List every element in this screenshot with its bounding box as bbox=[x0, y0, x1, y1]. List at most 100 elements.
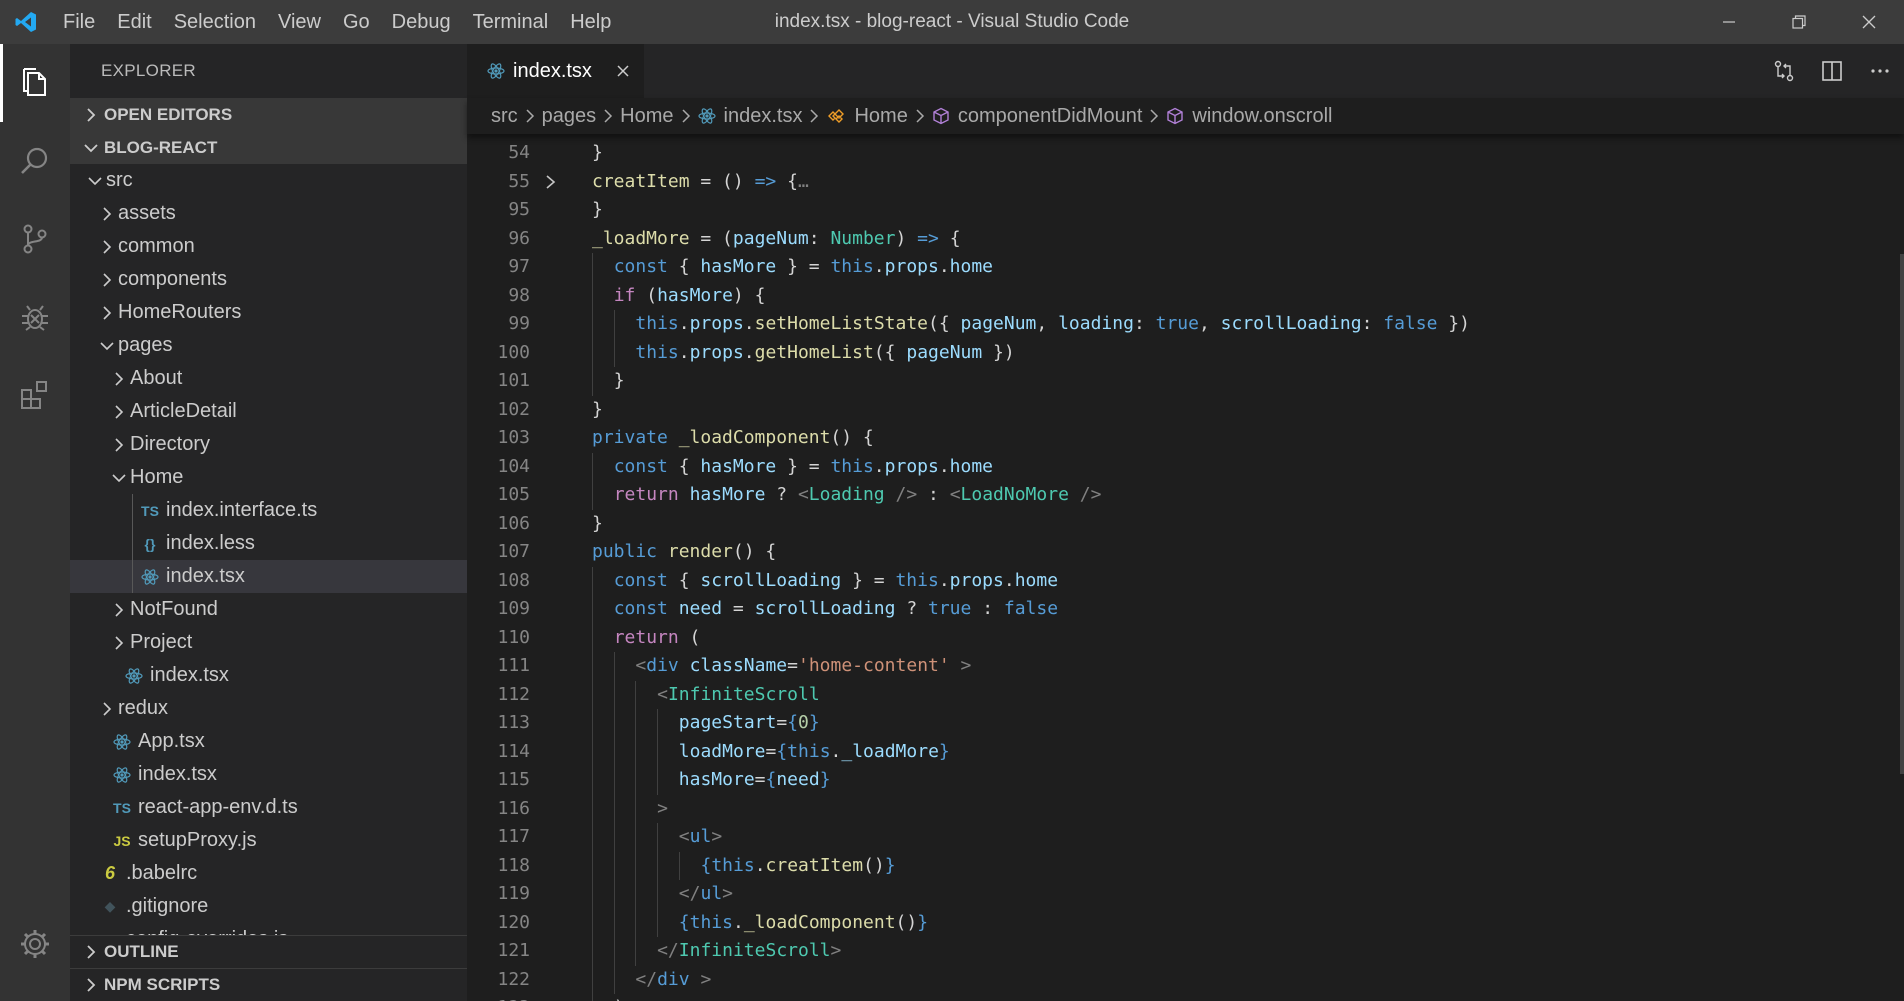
tab-label: index.tsx bbox=[513, 59, 592, 82]
menu-view[interactable]: View bbox=[267, 0, 332, 44]
scrollbar-thumb[interactable] bbox=[1900, 254, 1904, 774]
chevron-right-icon[interactable] bbox=[96, 197, 118, 230]
tree-folder[interactable]: Directory bbox=[70, 428, 467, 461]
tab-close-icon[interactable] bbox=[616, 64, 630, 78]
restore-button[interactable] bbox=[1764, 0, 1834, 44]
menu-go[interactable]: Go bbox=[332, 0, 381, 44]
activity-source-control[interactable] bbox=[0, 200, 70, 278]
tree-file[interactable]: JS setupProxy.js bbox=[70, 824, 467, 857]
tree-folder[interactable]: HomeRouters bbox=[70, 296, 467, 329]
code-token: this bbox=[895, 569, 939, 591]
activity-manage[interactable] bbox=[0, 905, 70, 983]
line-number: 106 bbox=[497, 512, 530, 534]
chevron-right-icon[interactable] bbox=[108, 395, 130, 428]
tree-folder[interactable]: ArticleDetail bbox=[70, 395, 467, 428]
chevron-down-icon[interactable] bbox=[108, 461, 130, 494]
tree-file[interactable]: {} index.less bbox=[70, 527, 467, 560]
code-token: ? bbox=[895, 598, 928, 619]
chevron-right-icon[interactable] bbox=[96, 230, 118, 263]
chevron-down-icon[interactable] bbox=[84, 164, 106, 197]
code-token: need bbox=[776, 769, 820, 790]
breadcrumb-item[interactable]: pages bbox=[542, 105, 597, 128]
tab-index-tsx[interactable]: index.tsx bbox=[467, 44, 644, 98]
fold-chevron-icon[interactable] bbox=[545, 168, 557, 197]
line-number: 96 bbox=[508, 227, 530, 249]
menu-selection[interactable]: Selection bbox=[163, 0, 267, 44]
menu-terminal[interactable]: Terminal bbox=[462, 0, 560, 44]
tree-item-label: common bbox=[118, 235, 195, 257]
tree-folder[interactable]: src bbox=[70, 164, 467, 197]
line-number: 100 bbox=[497, 341, 530, 363]
tree-file[interactable]: App.tsx bbox=[70, 725, 467, 758]
breadcrumb: src pages Home index.tsx Home componentDidMou… bbox=[467, 98, 1904, 134]
menu-bar: File Edit Selection View Go Debug Termin… bbox=[52, 0, 622, 44]
tree-item-label: src bbox=[106, 169, 133, 191]
js-file-icon: JS bbox=[113, 832, 131, 849]
indent-guide bbox=[635, 680, 637, 709]
tree-file[interactable]: index.tsx bbox=[70, 560, 467, 593]
code-token: need bbox=[678, 598, 723, 619]
breadcrumb-item[interactable]: Home bbox=[826, 105, 908, 128]
tree-item-label: index.tsx bbox=[150, 664, 229, 686]
npm-scripts-section[interactable]: NPM SCRIPTS bbox=[70, 968, 467, 1001]
indent-guide bbox=[657, 823, 659, 852]
tree-folder[interactable]: Home bbox=[70, 461, 467, 494]
chevron-right-icon[interactable] bbox=[96, 263, 118, 296]
tree-file[interactable]: TS react-app-env.d.ts bbox=[70, 791, 467, 824]
activity-extensions[interactable] bbox=[0, 356, 70, 434]
close-window-button[interactable] bbox=[1834, 0, 1904, 44]
menu-edit[interactable]: Edit bbox=[106, 0, 162, 44]
split-editor-button[interactable] bbox=[1808, 44, 1856, 98]
open-changes-button[interactable] bbox=[1760, 44, 1808, 98]
menu-file[interactable]: File bbox=[52, 0, 106, 44]
code-token: hasMore bbox=[678, 769, 755, 790]
minimize-button[interactable] bbox=[1694, 0, 1764, 44]
open-editors-section[interactable]: OPEN EDITORS bbox=[70, 98, 467, 131]
tree-folder[interactable]: assets bbox=[70, 197, 467, 230]
tree-folder[interactable]: components bbox=[70, 263, 467, 296]
tree-folder[interactable]: Project bbox=[70, 626, 467, 659]
code-line: 113 pageStart={0} bbox=[467, 709, 1904, 738]
chevron-right-icon bbox=[915, 109, 925, 123]
code-token: { bbox=[667, 569, 701, 591]
activity-search[interactable] bbox=[0, 122, 70, 200]
breadcrumb-item[interactable]: Home bbox=[620, 105, 673, 128]
tree-folder[interactable]: About bbox=[70, 362, 467, 395]
breadcrumb-item[interactable]: componentDidMount bbox=[932, 105, 1142, 128]
tree-item-label: About bbox=[130, 367, 183, 389]
indent-guide bbox=[132, 527, 133, 560]
menu-help[interactable]: Help bbox=[559, 0, 622, 44]
outline-section[interactable]: OUTLINE bbox=[70, 935, 467, 968]
tree-folder[interactable]: common bbox=[70, 230, 467, 263]
chevron-right-icon[interactable] bbox=[96, 296, 118, 329]
tree-file[interactable]: index.tsx bbox=[70, 659, 467, 692]
tree-folder[interactable]: redux bbox=[70, 692, 467, 725]
tree-file[interactable]: TS index.interface.ts bbox=[70, 494, 467, 527]
code-editor[interactable]: 54} 55 creatItem = () => {… 95} 96 _loadMore … bbox=[467, 134, 1904, 1001]
chevron-right-icon[interactable] bbox=[96, 692, 118, 725]
tree-file[interactable]: ◆ .gitignore bbox=[70, 890, 467, 923]
code-token: /> bbox=[895, 484, 918, 505]
chevron-right-icon[interactable] bbox=[108, 428, 130, 461]
breadcrumb-item[interactable]: window.onscroll bbox=[1166, 105, 1332, 128]
code-content: > bbox=[657, 795, 668, 824]
tree-folder[interactable]: NotFound bbox=[70, 593, 467, 626]
chevron-down-icon[interactable] bbox=[96, 329, 118, 362]
code-token: > bbox=[722, 883, 734, 904]
tree-file[interactable]: index.tsx bbox=[70, 758, 467, 791]
chevron-right-icon[interactable] bbox=[108, 362, 130, 395]
tree-file[interactable]: 6 .babelrc bbox=[70, 857, 467, 890]
activity-explorer[interactable] bbox=[0, 44, 70, 122]
activity-debug[interactable] bbox=[0, 278, 70, 356]
line-number: 113 bbox=[497, 712, 530, 733]
tree-folder[interactable]: pages bbox=[70, 329, 467, 362]
chevron-right-icon[interactable] bbox=[108, 626, 130, 659]
chevron-right-icon[interactable] bbox=[108, 593, 130, 626]
breadcrumb-item[interactable]: src bbox=[491, 105, 518, 128]
menu-debug[interactable]: Debug bbox=[381, 0, 462, 44]
more-actions-button[interactable] bbox=[1856, 44, 1904, 98]
breadcrumb-item[interactable]: index.tsx bbox=[697, 105, 802, 128]
code-content: ) bbox=[614, 994, 625, 1001]
project-section[interactable]: BLOG-REACT bbox=[70, 131, 467, 164]
